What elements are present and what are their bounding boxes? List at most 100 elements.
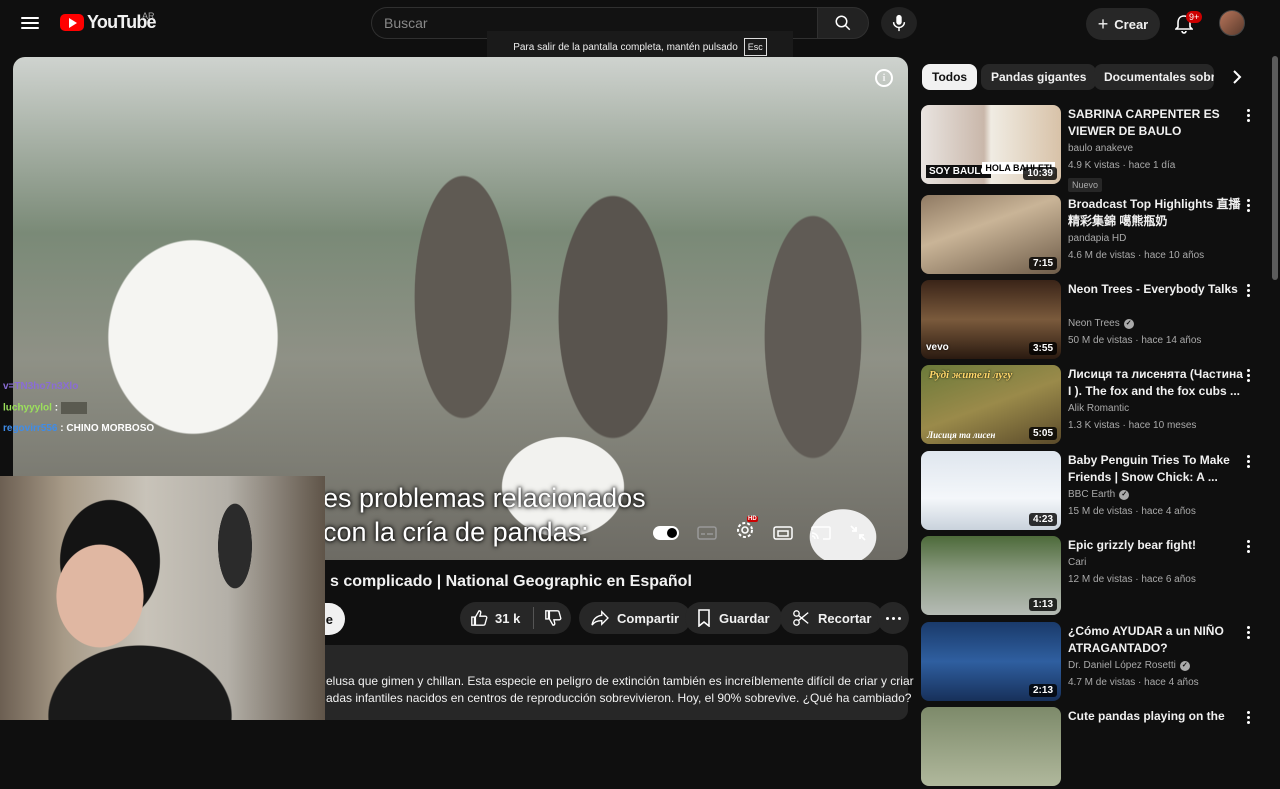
more-vert-icon[interactable] <box>1247 369 1251 384</box>
toast-message: Para salir de la pantalla completa, mant… <box>513 41 738 53</box>
channel-label: baulo anakeve <box>1068 143 1134 154</box>
video-thumbnail[interactable]: vevo 3:55 <box>921 280 1061 359</box>
description-line-1: elusa que gimen y chillan. Esta especie … <box>326 674 914 688</box>
recommendation-title[interactable]: Broadcast Top Highlights 直播精彩集錦 噶熊瓶奶 <box>1068 196 1243 230</box>
video-duration: 5:05 <box>1028 427 1057 440</box>
more-vert-icon[interactable] <box>1247 455 1251 470</box>
more-vert-icon[interactable] <box>1247 540 1251 555</box>
info-icon[interactable]: i <box>875 69 893 87</box>
video-thumbnail[interactable]: Руді жителі лугу Лисиця та лисен 5:05 <box>921 365 1061 444</box>
recommendation-title[interactable]: Epic grizzly bear fight! <box>1068 537 1243 554</box>
chat-user: regovirr556 <box>3 423 58 434</box>
video-meta: 12 M de vistas · hace 6 años <box>1068 574 1196 585</box>
chat-line: v=TN3ho7n3Xlo <box>3 381 78 392</box>
video-duration: 4:23 <box>1028 513 1057 526</box>
menu-icon[interactable] <box>18 14 42 34</box>
channel-name[interactable]: baulo anakeve <box>1068 143 1133 154</box>
save-label: Guardar <box>719 610 770 626</box>
video-thumbnail[interactable]: 2:13 <box>921 622 1061 701</box>
video-thumbnail[interactable]: 7:15 <box>921 195 1061 274</box>
recommendation-title[interactable]: Neon Trees - Everybody Talks <box>1068 281 1243 298</box>
settings-button[interactable]: HD <box>735 516 758 545</box>
search-button[interactable] <box>817 7 869 39</box>
more-vert-icon[interactable] <box>1247 711 1251 726</box>
like-divider <box>533 607 535 629</box>
share-icon <box>591 610 609 626</box>
more-actions-button[interactable] <box>877 602 909 634</box>
search-input[interactable] <box>384 15 817 31</box>
chips-next-button[interactable] <box>1226 66 1248 88</box>
video-thumbnail[interactable]: 1:13 <box>921 536 1061 615</box>
video-thumbnail[interactable] <box>921 707 1061 786</box>
channel-name[interactable]: Neon Trees ✓ <box>1068 318 1134 329</box>
more-vert-icon[interactable] <box>1247 109 1251 124</box>
clip-button[interactable]: Recortar <box>780 602 884 634</box>
captions-icon[interactable] <box>697 525 717 541</box>
verified-icon: ✓ <box>1119 489 1130 500</box>
verified-icon: ✓ <box>1123 318 1134 329</box>
hd-badge: HD <box>747 516 758 522</box>
subtitle-line-1: es problemas relacionados <box>323 483 646 513</box>
channel-name[interactable]: Dr. Daniel López Rosetti ✓ <box>1068 660 1190 671</box>
autoplay-toggle[interactable] <box>653 525 679 540</box>
recommendation-title[interactable]: ¿Cómo AYUDAR a un NIÑO ATRAGANTADO? <box>1068 623 1243 657</box>
verified-icon: ✓ <box>1179 660 1190 671</box>
subscribe-label: e <box>325 611 333 627</box>
channel-label: pandapia HD <box>1068 233 1127 244</box>
channel-label: Neon Trees <box>1068 318 1120 329</box>
notification-badge: 9+ <box>1186 11 1203 23</box>
create-button[interactable]: + Crear <box>1086 8 1160 40</box>
share-label: Compartir <box>617 610 680 626</box>
plus-icon: + <box>1097 14 1109 34</box>
exit-fullscreen-icon[interactable] <box>849 524 867 542</box>
video-meta: 15 M de vistas · hace 4 años <box>1068 506 1196 517</box>
recommendation-item[interactable]: SOY BAULO HOLA BAULETI 10:39 SABRINA CARPEN… <box>921 105 1261 192</box>
recommendation-title[interactable]: Cute pandas playing on the <box>1068 708 1243 725</box>
video-duration: 7:15 <box>1028 257 1057 270</box>
cast-icon[interactable] <box>811 525 831 541</box>
channel-name[interactable]: Cari <box>1068 557 1086 568</box>
recommendation-item[interactable]: 1:13 Epic grizzly bear fight! Cari 12 M de … <box>921 536 1261 618</box>
recommendation-item[interactable]: 7:15 Broadcast Top Highlights 直播精彩集錦 噶熊瓶奶… <box>921 195 1261 277</box>
video-duration: 1:13 <box>1028 598 1057 611</box>
video-meta: 4.9 K vistas · hace 1 día <box>1068 160 1176 171</box>
recommendation-title[interactable]: SABRINA CARPENTER ES VIEWER DE BAULO <box>1068 106 1243 140</box>
channel-name[interactable]: pandapia HD <box>1068 233 1126 244</box>
more-vert-icon[interactable] <box>1247 199 1251 214</box>
like-button[interactable]: 31 k <box>470 609 520 627</box>
gear-icon <box>737 522 753 538</box>
chip-todos[interactable]: Todos <box>922 64 978 90</box>
recommendation-item[interactable]: 4:23 Baby Penguin Tries To Make Friends |… <box>921 451 1261 533</box>
share-button[interactable]: Compartir <box>579 602 692 634</box>
more-vert-icon[interactable] <box>1247 626 1251 641</box>
dislike-button[interactable] <box>542 609 562 627</box>
recommendation-title[interactable]: Baby Penguin Tries To Make Friends | Sno… <box>1068 452 1243 486</box>
microphone-icon <box>892 14 906 32</box>
recommendation-item[interactable]: vevo 3:55 Neon Trees - Everybody Talks Neon… <box>921 280 1261 362</box>
chat-emote <box>60 402 87 414</box>
video-thumbnail[interactable]: SOY BAULO HOLA BAULETI 10:39 <box>921 105 1061 184</box>
chip-documentales[interactable]: Documentales sobre <box>1094 64 1214 90</box>
chevron-right-icon <box>1233 70 1242 84</box>
recommendation-item[interactable]: 2:13 ¿Cómo AYUDAR a un NIÑO ATRAGANTADO? D… <box>921 622 1261 704</box>
recommendation-item[interactable]: Cute pandas playing on the <box>921 707 1261 789</box>
video-meta: 50 M de vistas · hace 14 años <box>1068 335 1202 346</box>
chip-pandas-gigantes[interactable]: Pandas gigantes <box>981 64 1097 90</box>
miniplayer-icon[interactable] <box>773 525 793 541</box>
youtube-logo[interactable]: YouTube AR <box>60 11 157 33</box>
save-button[interactable]: Guardar <box>685 602 782 634</box>
recommendation-title[interactable]: Лисиця та лисенята (Частина I ). The fox… <box>1068 366 1243 400</box>
toast-key: Esc <box>743 38 767 56</box>
recommendation-item[interactable]: Руді жителі лугу Лисиця та лисен 5:05 Лисиц… <box>921 365 1261 447</box>
sidebar-scrollbar[interactable] <box>1272 56 1278 280</box>
video-meta: 4.6 M de vistas · hace 10 años <box>1068 250 1205 261</box>
voice-search-button[interactable] <box>881 7 917 39</box>
more-vert-icon[interactable] <box>1247 284 1251 299</box>
scissors-icon <box>793 610 809 626</box>
video-thumbnail[interactable]: 4:23 <box>921 451 1061 530</box>
channel-name[interactable]: BBC Earth ✓ <box>1068 489 1130 500</box>
user-avatar[interactable] <box>1219 10 1245 36</box>
channel-name[interactable]: Alik Romantic <box>1068 403 1129 414</box>
youtube-play-icon <box>60 14 84 31</box>
thumbnail-text: vevo <box>926 342 949 353</box>
